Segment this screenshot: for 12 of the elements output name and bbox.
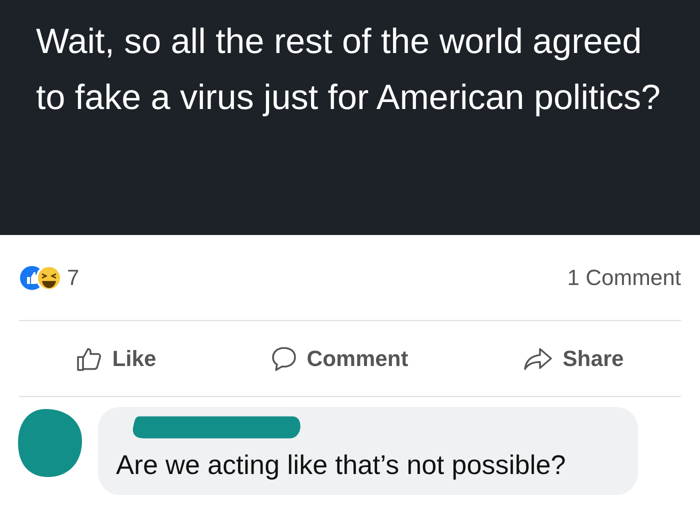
comment-button[interactable]: Comment bbox=[262, 321, 416, 396]
share-arrow-icon bbox=[522, 346, 553, 372]
share-button[interactable]: Share bbox=[514, 321, 632, 396]
thumbs-up-icon bbox=[76, 346, 102, 372]
reaction-icons bbox=[19, 264, 63, 290]
post-text: Wait, so all the rest of the world agreed to fake a virus just for American politics? bbox=[36, 21, 662, 119]
redacted-avatar bbox=[16, 407, 84, 479]
comment-count[interactable]: 1 Comment bbox=[567, 264, 681, 290]
comment-text: Are we acting like that’s not possible? bbox=[116, 450, 567, 481]
speech-bubble-icon bbox=[270, 346, 297, 372]
reaction-count: 7 bbox=[67, 264, 80, 290]
like-button[interactable]: Like bbox=[68, 321, 164, 396]
